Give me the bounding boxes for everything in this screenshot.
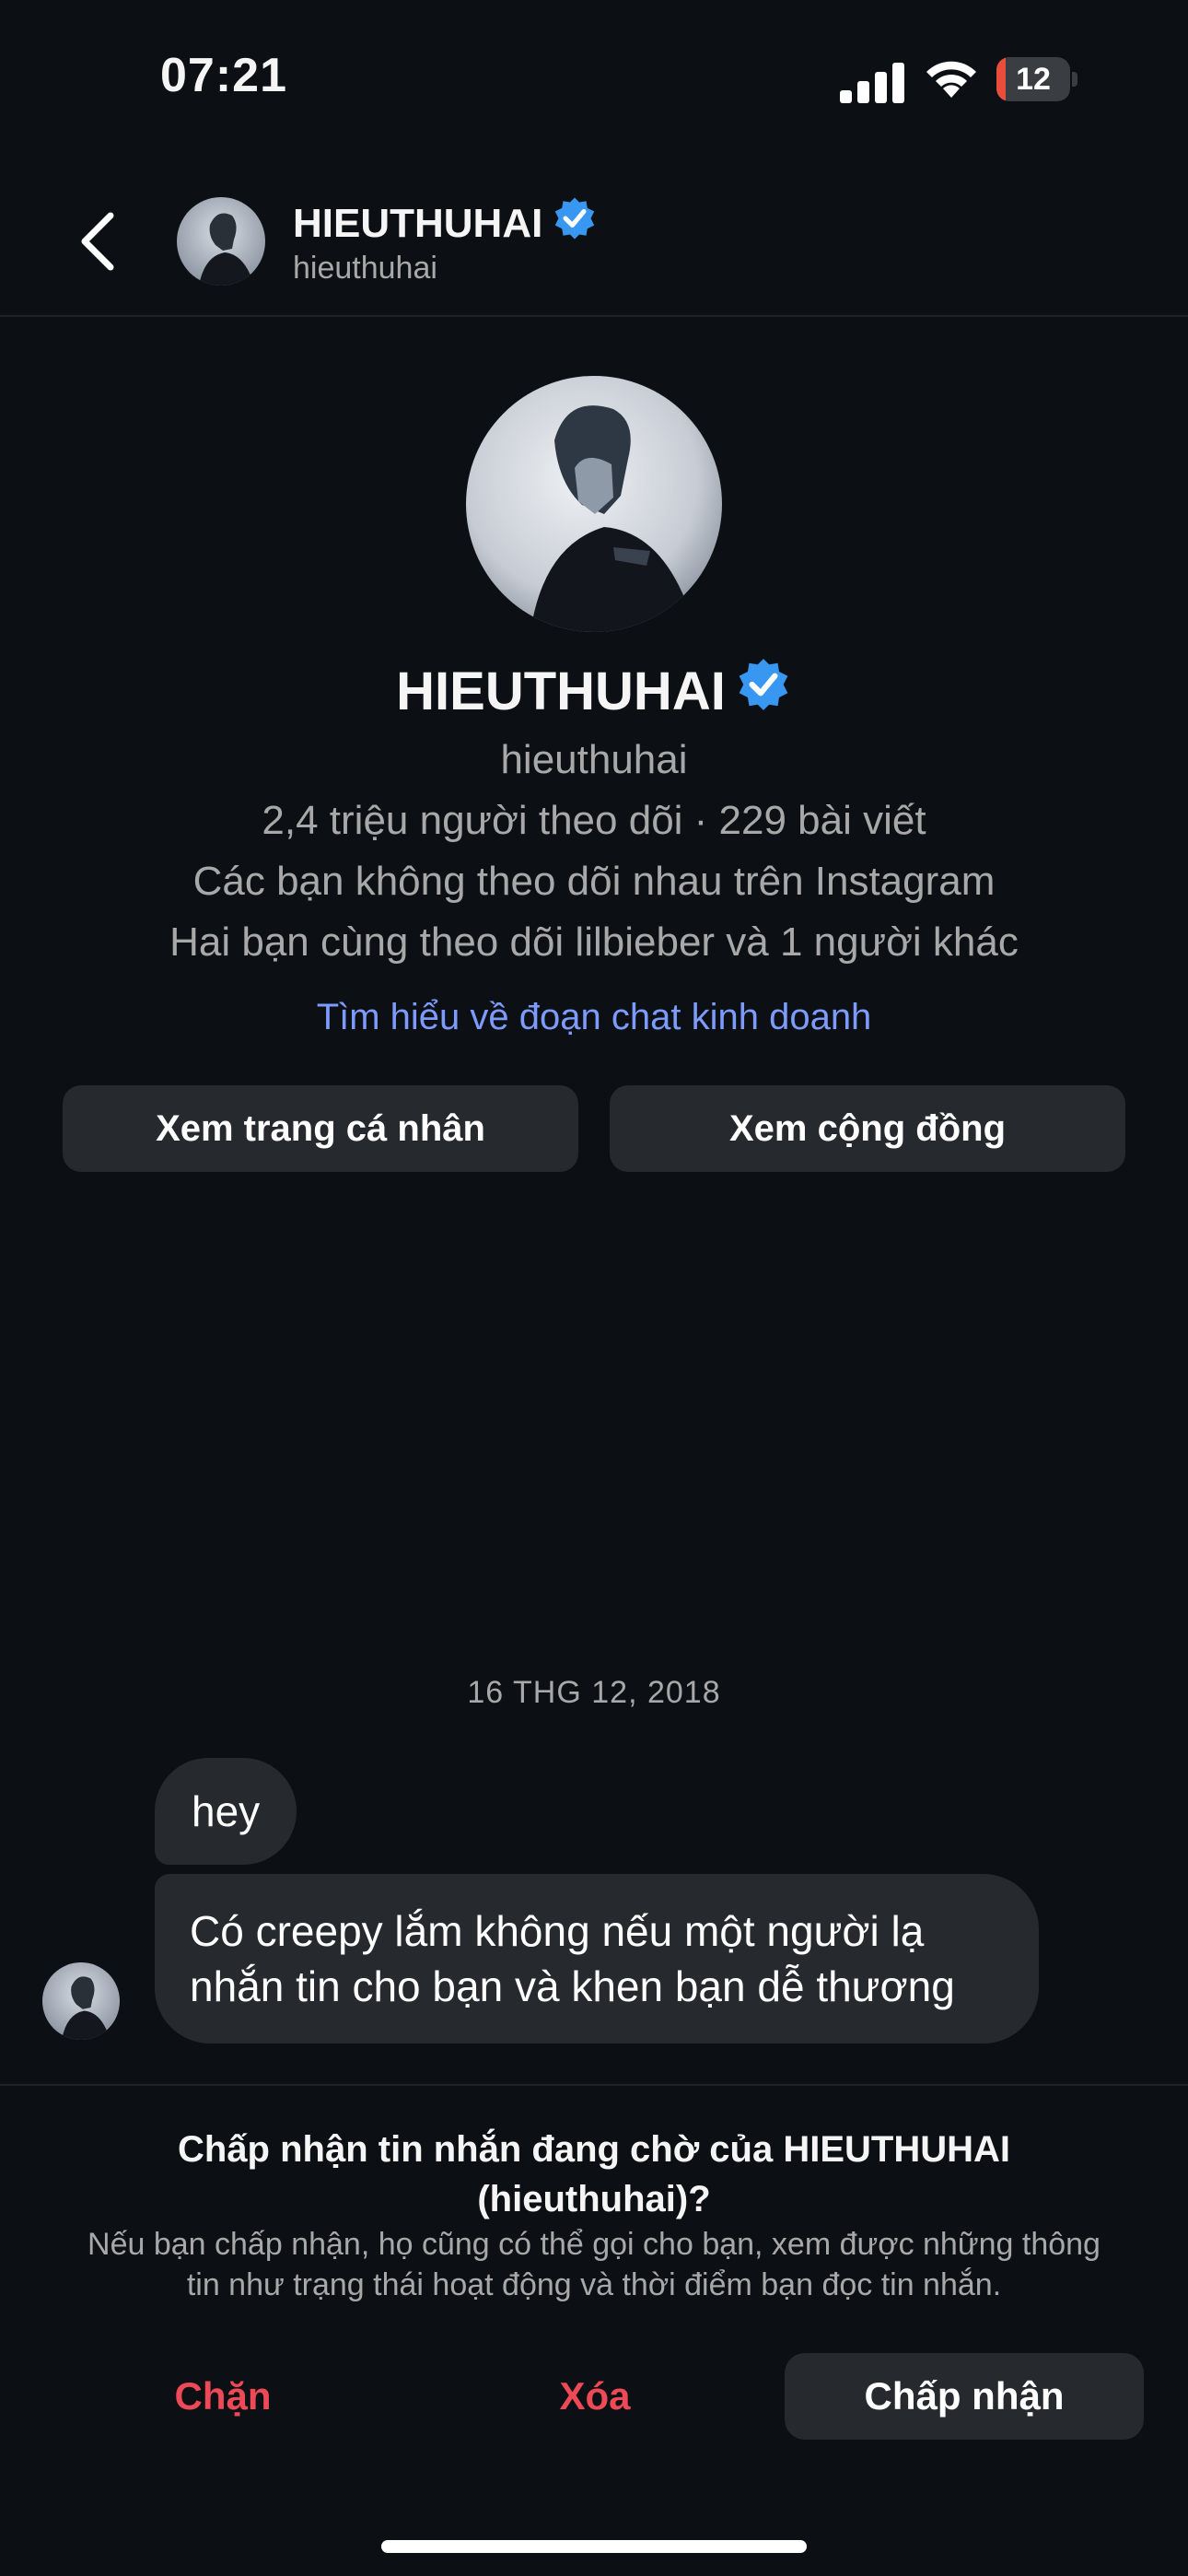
request-title: Chấp nhận tin nhắn đang chờ của HIEUTHUH… — [177, 2129, 1010, 2219]
accept-button[interactable]: Chấp nhận — [785, 2353, 1144, 2440]
battery-icon: 12 — [996, 57, 1077, 101]
view-community-button[interactable]: Xem cộng đồng — [610, 1085, 1125, 1172]
profile-name: HIEUTHUHAI — [0, 656, 1188, 726]
header-avatar[interactable] — [177, 197, 265, 286]
delete-button[interactable]: Xóa — [484, 2353, 705, 2440]
verified-badge-icon — [552, 195, 598, 252]
header-divider — [0, 315, 1188, 317]
home-indicator[interactable] — [381, 2540, 807, 2553]
signal-icon — [840, 61, 904, 103]
chevron-left-icon[interactable] — [72, 205, 127, 278]
profile-avatar[interactable] — [466, 376, 722, 632]
sender-avatar[interactable] — [42, 1962, 120, 2040]
verified-badge-icon — [735, 656, 792, 726]
header-name-text: HIEUTHUHAI — [293, 200, 543, 246]
header-handle[interactable]: hieuthuhai — [293, 251, 437, 287]
message-bubble[interactable]: hey — [155, 1758, 297, 1865]
profile-handle: hieuthuhai — [500, 737, 688, 782]
business-chat-link[interactable]: Tìm hiểu về đoạn chat kinh doanh — [0, 997, 1188, 1038]
request-divider — [0, 2084, 1188, 2086]
battery-level: 12 — [1016, 62, 1051, 97]
wifi-icon — [921, 55, 982, 101]
profile-name-text: HIEUTHUHAI — [396, 661, 726, 721]
block-button[interactable]: Chặn — [112, 2353, 333, 2440]
view-profile-button[interactable]: Xem trang cá nhân — [63, 1085, 578, 1172]
status-time: 07:21 — [160, 49, 287, 102]
follow-status: Các bạn không theo dõi nhau trên Instagr… — [192, 859, 996, 904]
mutual-followers: Hai bạn cùng theo dõi lilbieber và 1 ngư… — [169, 919, 1019, 965]
profile-stats: 2,4 triệu người theo dõi · 229 bài viết — [262, 798, 926, 843]
message-bubble[interactable]: Có creepy lắm không nếu một người lạ nhắ… — [155, 1874, 1039, 2043]
request-description: Nếu bạn chấp nhận, họ cũng có thể gọi ch… — [87, 2227, 1101, 2302]
message-date: 16 THG 12, 2018 — [467, 1675, 721, 1710]
header-name[interactable]: HIEUTHUHAI — [293, 195, 598, 252]
